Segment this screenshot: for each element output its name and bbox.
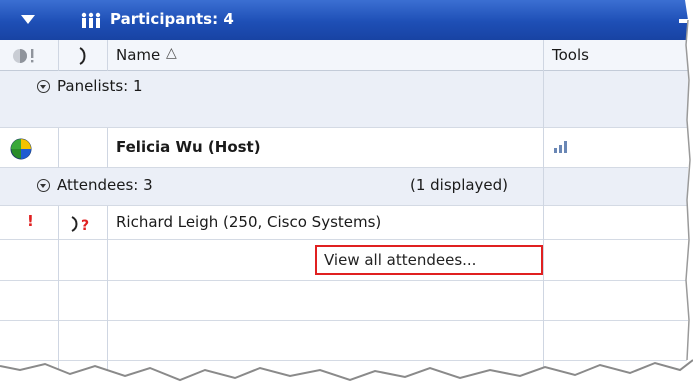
torn-bottom-edge: [0, 359, 693, 389]
host-globe-icon: [10, 138, 32, 160]
participants-title: Participants: 4: [110, 10, 234, 28]
column-divider: [107, 40, 108, 71]
tools-column-header[interactable]: Tools: [552, 46, 589, 64]
participants-title-bar: Participants: 4: [0, 0, 688, 40]
column-divider: [107, 128, 108, 168]
sort-ascending-icon[interactable]: △: [166, 45, 177, 61]
column-divider: [58, 40, 59, 71]
panelists-group-row[interactable]: Panelists: 1: [0, 71, 688, 128]
participant-row-host[interactable]: Felicia Wu (Host): [0, 128, 688, 168]
name-column-header[interactable]: Name: [116, 46, 160, 64]
audio-question-icon: ?: [71, 216, 89, 234]
signal-strength-icon: [554, 141, 567, 153]
attendees-displayed-count: (1 displayed): [410, 176, 509, 194]
view-all-attendees-link[interactable]: View all attendees...: [315, 245, 543, 275]
view-all-label: View all attendees...: [324, 251, 477, 269]
column-header-row: Name △ Tools: [0, 40, 688, 71]
host-name: Felicia Wu (Host): [116, 138, 261, 156]
attendees-group-label: Attendees: 3: [57, 176, 153, 194]
expand-attendees-icon[interactable]: [37, 179, 50, 192]
panelists-group-label: Panelists: 1: [57, 77, 143, 95]
view-all-row: View all attendees...: [0, 240, 688, 281]
expand-panelists-icon[interactable]: [37, 80, 50, 93]
svg-text:?: ?: [81, 218, 89, 234]
attendees-group-row[interactable]: Attendees: 3 (1 displayed): [0, 168, 688, 206]
alert-icon: !: [27, 212, 34, 230]
participants-icon: [81, 12, 101, 28]
column-divider: [58, 128, 59, 168]
audio-column-icon[interactable]: [78, 46, 88, 66]
empty-row: [0, 281, 688, 321]
collapse-arrow-icon[interactable]: [21, 15, 35, 24]
attendee-name: Richard Leigh (250, Cisco Systems): [116, 213, 382, 231]
status-column-icon[interactable]: [12, 47, 40, 65]
participant-row-attendee[interactable]: ! ? Richard Leigh (250, Cisco Systems): [0, 206, 688, 240]
